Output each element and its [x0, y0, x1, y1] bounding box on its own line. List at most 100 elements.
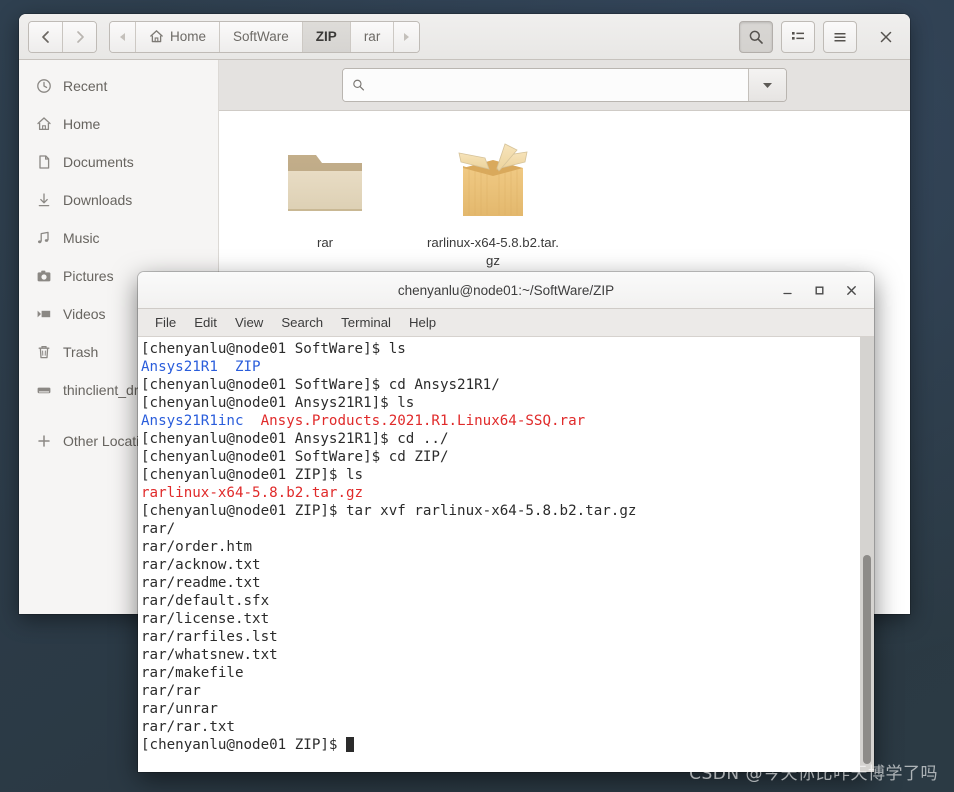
terminal-text-segment: ZIP: [234, 359, 261, 375]
sidebar-item-downloads[interactable]: Downloads: [19, 181, 218, 219]
terminal-scrollbar-thumb[interactable]: [863, 555, 871, 764]
terminal-screen[interactable]: [chenyanlu@node01 SoftWare]$ ls Ansys21R1…: [138, 337, 874, 772]
terminal-line: rar/order.htm: [141, 538, 860, 556]
breadcrumb: Home SoftWare ZIP rar: [109, 20, 421, 53]
menu-view[interactable]: View: [226, 309, 272, 336]
terminal-titlebar: chenyanlu@node01:~/SoftWare/ZIP: [138, 272, 874, 309]
maximize-icon: [815, 286, 823, 294]
terminal-line: [chenyanlu@node01 ZIP]$: [141, 736, 860, 754]
terminal-text-segment: [chenyanlu@node01 Ansys21R1]$ cd ../: [141, 431, 449, 447]
search-dropdown-button[interactable]: [748, 69, 786, 101]
sidebar-item-music[interactable]: Music: [19, 219, 218, 257]
terminal-line: [chenyanlu@node01 ZIP]$ tar xvf rarlinux…: [141, 502, 860, 520]
back-button[interactable]: [29, 21, 63, 52]
file-item-folder-rar[interactable]: rar: [241, 129, 409, 280]
file-manager-headerbar: Home SoftWare ZIP rar: [19, 14, 910, 60]
terminal-line: Ansys21R1 ZIP: [141, 358, 860, 376]
menu-search[interactable]: Search: [272, 309, 332, 336]
sidebar-item-home[interactable]: Home: [19, 105, 218, 143]
triangle-left-icon: [120, 32, 125, 41]
terminal-line: rar/readme.txt: [141, 574, 860, 592]
terminal-window: chenyanlu@node01:~/SoftWare/ZIP File Edi…: [138, 272, 874, 772]
breadcrumb-item-home[interactable]: Home: [136, 21, 221, 52]
search-input[interactable]: [373, 76, 739, 94]
terminal-close-button[interactable]: [837, 277, 865, 303]
camera-icon: [35, 268, 52, 284]
terminal-text-segment: Ansys21R1inc: [141, 413, 244, 429]
menu-terminal[interactable]: Terminal: [332, 309, 400, 336]
terminal-minimize-button[interactable]: [773, 277, 801, 303]
terminal-line: rar/makefile: [141, 664, 860, 682]
terminal-text-segment: rar/: [141, 521, 176, 537]
terminal-line: [chenyanlu@node01 Ansys21R1]$ ls: [141, 394, 860, 412]
terminal-line: [chenyanlu@node01 ZIP]$ ls: [141, 466, 860, 484]
sidebar-item-documents[interactable]: Documents: [19, 143, 218, 181]
sidebar-item-label: Recent: [63, 78, 108, 94]
terminal-text-segment: rar/acknow.txt: [141, 557, 261, 573]
minimize-icon: [782, 292, 792, 294]
breadcrumb-item-software[interactable]: SoftWare: [220, 21, 303, 52]
terminal-text-segment: [chenyanlu@node01 SoftWare]$ cd Ansys21R…: [141, 377, 500, 393]
triangle-down-icon: [763, 83, 772, 88]
terminal-title: chenyanlu@node01:~/SoftWare/ZIP: [397, 282, 615, 298]
menu-edit[interactable]: Edit: [185, 309, 226, 336]
terminal-text-segment: rar/rarfiles.lst: [141, 629, 278, 645]
file-icon-container: [282, 135, 368, 227]
breadcrumb-label: SoftWare: [233, 29, 289, 44]
drive-icon: [35, 382, 52, 398]
search-icon: [353, 79, 365, 91]
close-icon: [846, 285, 856, 295]
view-mode-button[interactable]: [781, 20, 815, 53]
main-menu-button[interactable]: [823, 20, 857, 53]
search-toggle-button[interactable]: [739, 20, 773, 53]
terminal-line: [chenyanlu@node01 Ansys21R1]$ cd ../: [141, 430, 860, 448]
home-icon: [150, 30, 163, 43]
navigation-button-group: [28, 20, 97, 53]
terminal-line: [chenyanlu@node01 SoftWare]$ cd ZIP/: [141, 448, 860, 466]
terminal-text-segment: rar/rar: [141, 683, 201, 699]
terminal-line: rar/rar.txt: [141, 718, 860, 736]
file-icon-container: [447, 135, 539, 227]
terminal-line: rar/: [141, 520, 860, 538]
file-item-archive-rarlinux[interactable]: rarlinux-x64-5.8.b2.tar.gz: [409, 129, 577, 280]
terminal-text-segment: rar/rar.txt: [141, 719, 235, 735]
terminal-line: rar/acknow.txt: [141, 556, 860, 574]
terminal-text-segment: rar/default.sfx: [141, 593, 270, 609]
terminal-text-segment: rar/license.txt: [141, 611, 270, 627]
menu-file[interactable]: File: [146, 309, 185, 336]
sidebar-item-label: Pictures: [63, 268, 114, 284]
terminal-output: [chenyanlu@node01 SoftWare]$ ls Ansys21R1…: [138, 337, 860, 772]
terminal-line: rarlinux-x64-5.8.b2.tar.gz: [141, 484, 860, 502]
plus-icon: [35, 433, 52, 449]
sidebar-item-label: Music: [63, 230, 100, 246]
breadcrumb-label: rar: [363, 29, 381, 44]
forward-button[interactable]: [63, 21, 96, 52]
sidebar-item-label: Videos: [63, 306, 106, 322]
file-manager-close-button[interactable]: [871, 22, 901, 52]
terminal-text-segment: [chenyanlu@node01 Ansys21R1]$ ls: [141, 395, 415, 411]
file-name-label: rarlinux-x64-5.8.b2.tar.gz: [427, 235, 559, 268]
terminal-text-segment: [chenyanlu@node01 ZIP]$: [141, 737, 346, 753]
terminal-line: rar/default.sfx: [141, 592, 860, 610]
breadcrumb-item-rar[interactable]: rar: [350, 21, 395, 52]
close-icon: [880, 31, 892, 42]
terminal-maximize-button[interactable]: [805, 277, 833, 303]
terminal-line: [chenyanlu@node01 SoftWare]$ ls: [141, 340, 860, 358]
triangle-right-icon: [404, 32, 410, 41]
terminal-text-segment: [chenyanlu@node01 SoftWare]$ cd ZIP/: [141, 449, 449, 465]
terminal-text-segment: [chenyanlu@node01 ZIP]$ tar xvf rarlinux…: [141, 503, 637, 519]
video-icon: [35, 306, 52, 322]
terminal-scrollbar[interactable]: [860, 337, 874, 772]
breadcrumb-label: ZIP: [315, 29, 337, 44]
breadcrumb-overflow-left[interactable]: [110, 21, 136, 52]
breadcrumb-item-zip[interactable]: ZIP: [302, 21, 351, 52]
menu-help[interactable]: Help: [400, 309, 445, 336]
search-field[interactable]: [343, 69, 748, 101]
sidebar-item-label: Trash: [63, 344, 99, 360]
hamburger-menu-icon: [834, 32, 846, 41]
sidebar-item-recent[interactable]: Recent: [19, 67, 218, 105]
terminal-text-segment: rar/unrar: [141, 701, 218, 717]
home-icon: [35, 116, 52, 132]
breadcrumb-overflow-right[interactable]: [394, 21, 420, 52]
